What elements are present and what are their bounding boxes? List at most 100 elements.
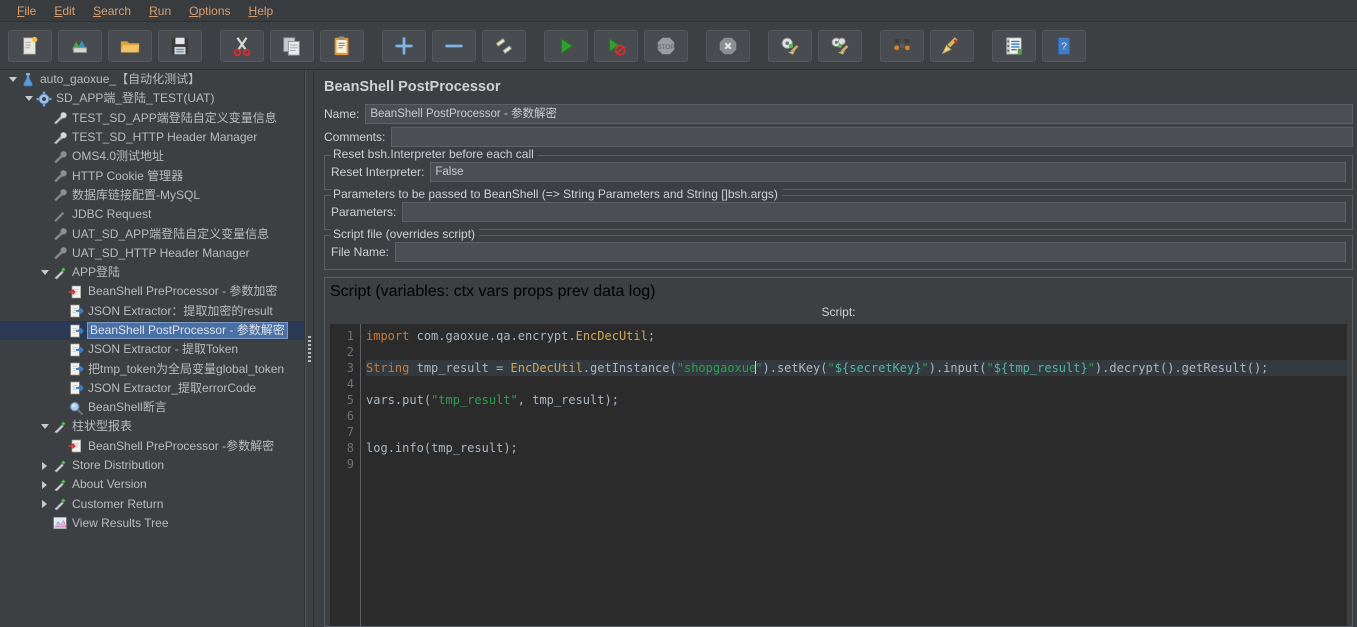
file-name-label: File Name:	[331, 245, 390, 259]
parameters-input[interactable]	[402, 202, 1346, 222]
line-number: 7	[346, 425, 354, 439]
tree-toggle-spacer	[38, 517, 51, 530]
sampler-icon	[51, 265, 68, 281]
chevron-down-icon[interactable]	[22, 92, 35, 105]
clear-all-button[interactable]	[818, 29, 862, 62]
tree-node-label: 数据库链接配置-MySQL	[72, 187, 201, 202]
tree-node[interactable]: Customer Return	[0, 495, 304, 514]
config-wrench-icon	[51, 110, 68, 126]
search-button[interactable]	[880, 29, 924, 62]
tree-node-label: UAT_SD_HTTP Header Manager	[72, 245, 250, 260]
chevron-down-icon[interactable]	[38, 420, 51, 433]
line-number: 3	[346, 361, 354, 375]
config-disabled-icon	[51, 187, 68, 203]
menu-options[interactable]: Options	[180, 2, 239, 20]
tree-node-label: JSON Extractor：提取加密的result	[88, 303, 273, 318]
tree-node-label: TEST_SD_APP端登陆自定义变量信息	[72, 110, 277, 125]
tree-node[interactable]: UAT_SD_APP端登陆自定义变量信息	[0, 224, 304, 243]
expand-all-button[interactable]	[382, 29, 426, 62]
menu-help[interactable]: Help	[240, 2, 283, 20]
menu-file[interactable]: File	[8, 2, 45, 20]
postprocessor-icon	[67, 380, 84, 396]
config-disabled-icon	[51, 168, 68, 184]
preprocessor-icon	[67, 284, 84, 300]
tree-node[interactable]: BeanShell PreProcessor - 参数加密	[0, 282, 304, 301]
tree-node[interactable]: TEST_SD_APP端登陆自定义变量信息	[0, 109, 304, 128]
tree-node-label: BeanShell PreProcessor -参数解密	[88, 438, 275, 453]
line-number: 4	[346, 377, 354, 391]
clipboard-paste-icon	[331, 35, 353, 57]
gear-broom-icon	[779, 35, 801, 57]
start-button[interactable]	[544, 29, 588, 62]
results-tree-icon	[51, 515, 68, 531]
tree-node[interactable]: BeanShell PreProcessor -参数解密	[0, 437, 304, 456]
tree-node[interactable]: OMS4.0测试地址	[0, 147, 304, 166]
templates-button[interactable]	[58, 29, 102, 62]
script-editor[interactable]: 1 2 3 4 5 6 7 8 9 import com.gaoxue.qa.encrypt.E…	[330, 324, 1347, 626]
comments-input[interactable]	[391, 127, 1353, 147]
chevron-down-icon[interactable]	[6, 73, 19, 86]
collapse-all-button[interactable]	[432, 29, 476, 62]
tree-node[interactable]: HTTP Cookie 管理器	[0, 166, 304, 185]
divider-grip-icon[interactable]	[308, 335, 311, 362]
chevron-right-icon[interactable]	[38, 459, 51, 472]
preprocessor-icon	[67, 438, 84, 454]
script-code-area[interactable]: import com.gaoxue.qa.encrypt.EncDecUtil;…	[360, 324, 1347, 626]
paste-button[interactable]	[320, 29, 364, 62]
tree-node[interactable]: auto_gaoxue_【自动化测试】	[0, 70, 304, 89]
tree-node[interactable]: SD_APP端_登陆_TEST(UAT)	[0, 89, 304, 108]
menu-run[interactable]: Run	[140, 2, 180, 20]
cut-button[interactable]	[220, 29, 264, 62]
tree-node[interactable]: TEST_SD_HTTP Header Manager	[0, 128, 304, 147]
tree-node[interactable]: JSON Extractor - 提取Token	[0, 340, 304, 359]
chevron-right-icon[interactable]	[38, 478, 51, 491]
chevron-down-icon[interactable]	[38, 266, 51, 279]
menu-search[interactable]: Search	[84, 2, 140, 20]
tree-toggle-spacer	[38, 208, 51, 221]
save-button[interactable]	[158, 29, 202, 62]
stop-button[interactable]: STOP	[644, 29, 688, 62]
copy-button[interactable]	[270, 29, 314, 62]
tree-node[interactable]: 柱状型报表	[0, 417, 304, 436]
open-button[interactable]	[108, 29, 152, 62]
tree-toggle-spacer	[54, 382, 67, 395]
test-plan-tree[interactable]: auto_gaoxue_【自动化测试】 SD_APP端_登陆_TEST(UAT) T…	[0, 70, 305, 627]
sampler-icon	[51, 496, 68, 512]
config-wrench-icon	[51, 130, 68, 146]
tree-node[interactable]: JSON Extractor_提取errorCode	[0, 379, 304, 398]
parameters-group-title: Parameters to be passed to BeanShell (=>…	[331, 187, 782, 201]
reset-search-button[interactable]	[930, 29, 974, 62]
reset-interpreter-select[interactable]: False	[430, 162, 1346, 182]
tree-node[interactable]: JDBC Request	[0, 205, 304, 224]
line-number: 2	[346, 345, 354, 359]
split-pane-divider[interactable]	[305, 70, 314, 627]
comments-field-row: Comments:	[324, 127, 1353, 147]
help-button[interactable]: ?	[1042, 29, 1086, 62]
start-no-timers-button[interactable]	[594, 29, 638, 62]
tree-node[interactable]: View Results Tree	[0, 514, 304, 533]
tree-node[interactable]: JSON Extractor：提取加密的result	[0, 302, 304, 321]
tree-node[interactable]: BeanShell断言	[0, 398, 304, 417]
sampler-icon	[51, 477, 68, 493]
tree-toggle-spacer	[54, 440, 67, 453]
tree-node[interactable]: APP登陆	[0, 263, 304, 282]
tree-node[interactable]: Store Distribution	[0, 456, 304, 475]
tree-node[interactable]: UAT_SD_HTTP Header Manager	[0, 244, 304, 263]
menu-edit[interactable]: Edit	[45, 2, 84, 20]
assertion-icon	[67, 400, 84, 416]
svg-text:STOP: STOP	[657, 43, 674, 50]
tree-node[interactable]: 数据库链接配置-MySQL	[0, 186, 304, 205]
clear-button[interactable]	[768, 29, 812, 62]
script-group: Script (variables: ctx vars props prev d…	[324, 277, 1353, 627]
help-book-icon: ?	[1053, 35, 1075, 57]
file-name-input[interactable]	[395, 242, 1346, 262]
tree-node[interactable]: 把tmp_token为全局变量global_token	[0, 359, 304, 378]
tree-node[interactable]: About Version	[0, 475, 304, 494]
chevron-right-icon[interactable]	[38, 498, 51, 511]
shutdown-button[interactable]	[706, 29, 750, 62]
toggle-button[interactable]	[482, 29, 526, 62]
function-helper-button[interactable]	[992, 29, 1036, 62]
name-input[interactable]: BeanShell PostProcessor - 参数解密	[365, 104, 1353, 124]
tree-node[interactable]: BeanShell PostProcessor - 参数解密	[0, 320, 304, 341]
new-test-plan-button[interactable]	[8, 29, 52, 62]
